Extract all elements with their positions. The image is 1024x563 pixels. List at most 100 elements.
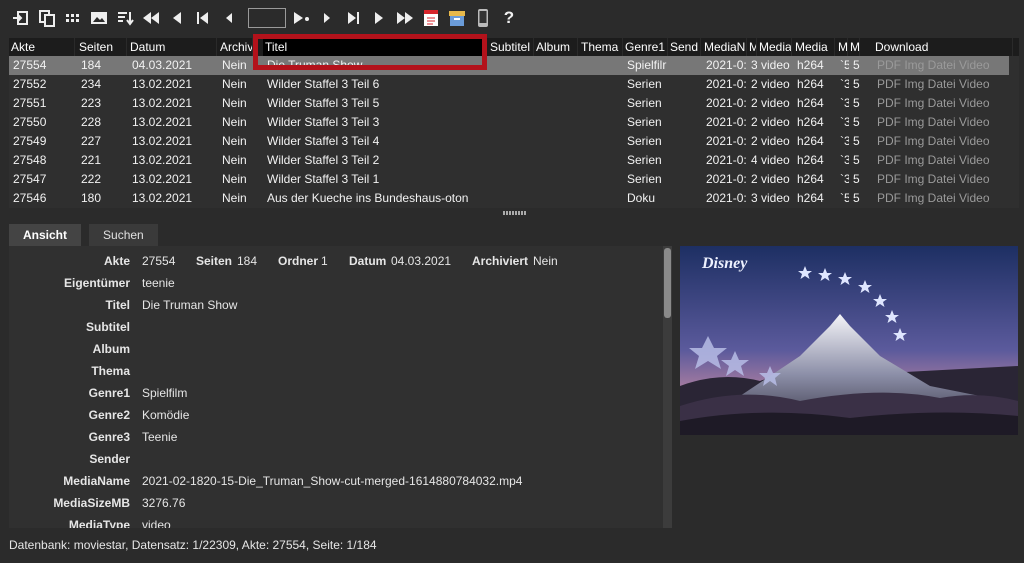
table-row[interactable]: 27552 234 13.02.2021 Nein Wilder Staffel 3 T… bbox=[9, 75, 1009, 94]
cell-download[interactable]: PDF Img Datei Video bbox=[875, 151, 1009, 170]
cell-m3: 5 bbox=[853, 134, 860, 148]
cell-media-codec: h264 bbox=[797, 153, 824, 167]
col-seiten[interactable]: Seiten bbox=[77, 38, 127, 56]
cell-archiv: Nein bbox=[222, 134, 247, 148]
tab-ansicht[interactable]: Ansicht bbox=[9, 224, 82, 246]
first-page-icon[interactable] bbox=[140, 7, 162, 29]
cell-download[interactable]: PDF Img Datei Video bbox=[875, 132, 1009, 151]
detail-field-row: Genre1 Spielfilm bbox=[9, 382, 649, 404]
col-datum[interactable]: Datum bbox=[128, 38, 217, 56]
table-row[interactable]: 27551 223 13.02.2021 Nein Wilder Staffel 3 T… bbox=[9, 94, 1009, 113]
image-icon[interactable] bbox=[88, 7, 110, 29]
table-row[interactable]: 27546 180 13.02.2021 Nein Aus der Kueche ins… bbox=[9, 189, 1009, 208]
cell-akte: 27547 bbox=[13, 172, 47, 186]
akte-label: Akte bbox=[103, 254, 130, 268]
col-medianame[interactable]: MediaN bbox=[702, 38, 747, 56]
detail-field-row: Album bbox=[9, 338, 649, 360]
cell-genre: Serien bbox=[627, 153, 662, 167]
first-record-icon[interactable] bbox=[192, 7, 214, 29]
detail-pane: Akte 27554 Seiten 184 Ordner 1 Datum 04.… bbox=[9, 246, 672, 528]
col-m3[interactable]: M bbox=[848, 38, 860, 56]
pane-splitter-handle[interactable] bbox=[503, 211, 527, 215]
table-row[interactable]: 27554 184 04.03.2021 Nein Die Truman Show Spi… bbox=[9, 56, 1009, 75]
pdf-icon[interactable] bbox=[420, 7, 442, 29]
col-archiv[interactable]: Archiv bbox=[218, 38, 253, 56]
next-page-icon[interactable] bbox=[368, 7, 390, 29]
col-media-type[interactable]: Media bbox=[757, 38, 792, 56]
field-value: video bbox=[142, 518, 171, 528]
import-icon[interactable] bbox=[10, 7, 32, 29]
cell-archiv: Nein bbox=[222, 58, 247, 72]
cell-media-type: video bbox=[761, 77, 790, 91]
detail-field-row: MediaType video bbox=[9, 514, 649, 528]
cell-media-codec: h264 bbox=[797, 172, 824, 186]
prev-page-icon[interactable] bbox=[166, 7, 188, 29]
cell-m: 2 bbox=[751, 115, 757, 129]
detail-scroll-thumb[interactable] bbox=[664, 248, 671, 318]
record-input[interactable] bbox=[248, 8, 286, 28]
cell-titel: Wilder Staffel 3 Teil 2 bbox=[267, 153, 380, 167]
cell-seiten: 234 bbox=[81, 77, 102, 91]
table-row[interactable]: 27548 221 13.02.2021 Nein Wilder Staffel 3 T… bbox=[9, 151, 1009, 170]
table-row[interactable]: 27550 228 13.02.2021 Nein Wilder Staffel 3 T… bbox=[9, 113, 1009, 132]
col-m[interactable]: M bbox=[747, 38, 757, 56]
cell-archiv: Nein bbox=[222, 172, 247, 186]
cell-media-type: video bbox=[761, 134, 790, 148]
cell-m2: `5 bbox=[840, 58, 849, 72]
cell-seiten: 180 bbox=[81, 191, 102, 205]
cell-media-codec: h264 bbox=[797, 134, 824, 148]
cell-media-codec: h264 bbox=[797, 58, 824, 72]
col-m2[interactable]: M bbox=[836, 38, 848, 56]
copy-icon[interactable] bbox=[36, 7, 58, 29]
col-genre1[interactable]: Genre1 bbox=[623, 38, 668, 56]
next-record-icon[interactable] bbox=[316, 7, 338, 29]
play-icon[interactable] bbox=[290, 7, 312, 29]
help-icon[interactable]: ? bbox=[498, 7, 520, 29]
field-label: MediaSizeMB bbox=[53, 496, 130, 510]
col-sender[interactable]: Send bbox=[668, 38, 701, 56]
cell-medianame: 2021-0: bbox=[706, 58, 746, 72]
col-thema[interactable]: Thema bbox=[579, 38, 623, 56]
tab-bar: Ansicht Suchen bbox=[9, 224, 166, 246]
detail-field-row: MediaSizeMB 3276.76 bbox=[9, 492, 649, 514]
cell-download[interactable]: PDF Img Datei Video bbox=[875, 113, 1009, 132]
detail-scrollbar[interactable] bbox=[663, 246, 672, 528]
cell-download[interactable]: PDF Img Datei Video bbox=[875, 170, 1009, 189]
col-album[interactable]: Album bbox=[534, 38, 578, 56]
col-subtitel[interactable]: Subtitel bbox=[488, 38, 534, 56]
field-label: Genre2 bbox=[88, 408, 130, 422]
tab-suchen[interactable]: Suchen bbox=[89, 224, 158, 246]
prev-record-icon[interactable] bbox=[218, 7, 240, 29]
last-page-icon[interactable] bbox=[394, 7, 416, 29]
grid-icon[interactable] bbox=[62, 7, 84, 29]
field-label: Titel bbox=[105, 298, 130, 312]
cell-m: 4 bbox=[751, 153, 757, 167]
table-row[interactable]: 27547 222 13.02.2021 Nein Wilder Staffel 3 T… bbox=[9, 170, 1009, 189]
field-label: Genre3 bbox=[88, 430, 130, 444]
cover-image: Disney bbox=[680, 246, 1018, 435]
phone-icon[interactable] bbox=[472, 7, 494, 29]
cell-download[interactable]: PDF Img Datei Video bbox=[875, 75, 1009, 94]
field-value: 2021-02-1820-15-Die_Truman_Show-cut-merg… bbox=[142, 474, 523, 488]
col-media-codec[interactable]: Media bbox=[793, 38, 835, 56]
cell-download[interactable]: PDF Img Datei Video bbox=[875, 94, 1009, 113]
cell-download[interactable]: PDF Img Datei Video bbox=[875, 189, 1009, 208]
sort-icon[interactable] bbox=[114, 7, 136, 29]
col-download[interactable]: Download bbox=[873, 38, 1013, 56]
cell-datum: 13.02.2021 bbox=[132, 77, 193, 91]
archive-icon[interactable] bbox=[446, 7, 468, 29]
cell-datum: 13.02.2021 bbox=[132, 172, 193, 186]
cell-m2: `3 bbox=[840, 115, 849, 129]
col-akte[interactable]: Akte bbox=[9, 38, 75, 56]
detail-summary-row: Akte 27554 Seiten 184 Ordner 1 Datum 04.… bbox=[9, 250, 659, 272]
status-bar: Datenbank: moviestar, Datensatz: 1/22309… bbox=[9, 538, 377, 552]
table-row[interactable]: 27549 227 13.02.2021 Nein Wilder Staffel 3 T… bbox=[9, 132, 1009, 151]
akte-value: 27554 bbox=[142, 254, 176, 268]
last-record-icon[interactable] bbox=[342, 7, 364, 29]
cell-datum: 13.02.2021 bbox=[132, 115, 193, 129]
cell-m: 2 bbox=[751, 172, 757, 186]
cell-datum: 04.03.2021 bbox=[132, 58, 193, 72]
detail-field-row: Eigentümer teenie bbox=[9, 272, 649, 294]
cell-m3: 5 bbox=[853, 191, 860, 205]
cell-download[interactable]: PDF Img Datei Video bbox=[875, 56, 1009, 75]
